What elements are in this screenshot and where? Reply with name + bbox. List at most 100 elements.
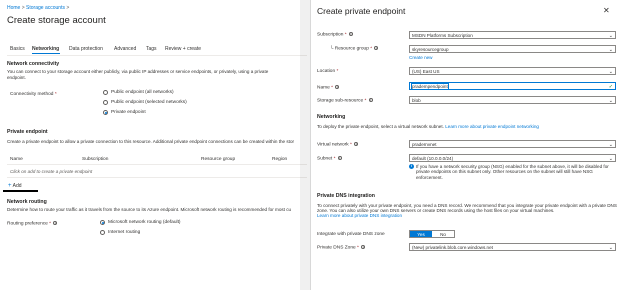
chevron-down-icon: ⌄ <box>608 141 613 148</box>
blade-shadow <box>300 0 310 290</box>
radio-public-selected-label: Public endpoint (selected networks) <box>111 100 187 105</box>
storage-subresource-label-text: Storage sub-resource <box>317 98 364 104</box>
subscription-value: MSDN Platforms Subscription <box>412 33 473 39</box>
networking-desc: To deploy the private endpoint, select a… <box>317 124 617 130</box>
networking-heading: Networking <box>317 114 346 120</box>
active-tab-indicator <box>32 53 60 55</box>
radio-public-all-label: Public endpoint (all networks) <box>111 90 174 95</box>
column-header-resource-group: Resource group <box>201 157 236 162</box>
add-label: Add <box>12 183 22 189</box>
radio-private-endpoint-label: Private endpoint <box>111 110 146 115</box>
private-endpoint-desc: Create a private endpoint to allow a pri… <box>7 139 295 144</box>
nsg-note: If you have a network security group (NS… <box>416 164 609 180</box>
chevron-down-icon: ⌄ <box>608 97 613 104</box>
plus-icon: + <box>8 183 12 189</box>
name-input[interactable]: pradempendpoint ✓ <box>409 82 616 90</box>
dns-desc: To connect privately with your private e… <box>317 203 617 219</box>
close-icon[interactable]: ✕ <box>603 6 610 16</box>
chevron-down-icon: ⌄ <box>608 244 613 251</box>
private-dns-zone-label-text: Private DNS Zone <box>317 245 356 251</box>
create-new-link[interactable]: Create new <box>409 55 433 61</box>
radio-microsoft-routing[interactable] <box>100 220 105 225</box>
name-label: Name * i <box>317 85 340 91</box>
location-label-text: Location <box>317 69 336 74</box>
breadcrumb-separator: > <box>21 5 25 11</box>
tab-tags[interactable]: Tags <box>146 46 157 52</box>
column-header-subscription: Subscription <box>82 157 109 162</box>
table-divider <box>7 177 307 178</box>
subnet-value: default (10.0.0.0/24) <box>412 156 454 162</box>
storage-subresource-dropdown[interactable]: blob ⌄ <box>409 96 616 104</box>
table-empty-text: Click on add to create a private endpoin… <box>10 169 93 174</box>
tab-advanced[interactable]: Advanced <box>114 46 136 52</box>
location-value: (US) East US <box>412 69 440 75</box>
virtual-network-value: pradernvnet <box>412 142 437 148</box>
info-icon: i <box>335 85 340 89</box>
radio-internet-routing[interactable] <box>100 230 105 235</box>
info-icon: i <box>348 32 353 36</box>
tab-data-protection[interactable]: Data protection <box>69 46 103 52</box>
virtual-network-dropdown[interactable]: pradernvnet ⌄ <box>409 140 616 148</box>
subnet-label: Subnet * i <box>317 156 342 162</box>
connectivity-method-label: Connectivity method * <box>10 92 57 97</box>
network-routing-desc: Determine how to route your traffic as i… <box>7 207 292 212</box>
dns-learn-more-link[interactable]: Learn more about private DNS integration <box>317 213 402 218</box>
info-icon: i <box>361 245 366 249</box>
page-title: Create storage account <box>7 15 106 26</box>
tab-basics[interactable]: Basics <box>10 46 25 52</box>
tab-networking[interactable]: Networking <box>32 46 59 52</box>
column-header-region: Region <box>272 157 288 162</box>
radio-public-selected[interactable] <box>103 100 108 105</box>
info-icon: i <box>337 156 342 160</box>
toggle-yes[interactable]: Yes <box>410 231 432 237</box>
add-underline-annotation <box>3 190 38 192</box>
chevron-down-icon: ⌄ <box>608 46 613 53</box>
name-value: pradempendpoint <box>411 83 449 90</box>
info-circle-icon: i <box>409 164 414 169</box>
radio-microsoft-routing-label: Microsoft network routing (default) <box>108 220 181 225</box>
info-icon: i <box>374 46 379 50</box>
virtual-network-label-text: Virtual network <box>317 142 349 148</box>
name-label-text: Name <box>317 85 330 91</box>
subscription-dropdown[interactable]: MSDN Platforms Subscription ⌄ <box>409 31 616 39</box>
dns-desc-text: To connect privately with your private e… <box>317 203 617 214</box>
subnet-dropdown[interactable]: default (10.0.0.0/24) ⌄ <box>409 154 616 162</box>
storage-subresource-label: Storage sub-resource * i <box>317 98 373 104</box>
chevron-down-icon: ⌄ <box>608 155 613 162</box>
subscription-label: Subscription * i <box>317 32 353 38</box>
storage-subresource-value: blob <box>412 98 421 104</box>
connectivity-method-text: Connectivity method <box>10 92 54 97</box>
chevron-down-icon: ⌄ <box>608 68 613 75</box>
checkmark-icon: ✓ <box>608 83 613 90</box>
networking-learn-more-link[interactable]: Learn more about private endpoint networ… <box>445 124 539 129</box>
private-endpoint-heading: Private endpoint <box>7 129 48 135</box>
table-divider <box>7 164 307 165</box>
network-connectivity-heading: Network connectivity <box>7 61 60 67</box>
info-icon: i <box>368 98 373 102</box>
resource-group-label-text: Resource group <box>334 46 369 52</box>
breadcrumb-separator: > <box>66 5 70 11</box>
info-icon: i <box>354 142 359 146</box>
private-dns-zone-label: Private DNS Zone * i <box>317 245 366 251</box>
radio-private-endpoint[interactable] <box>103 110 108 115</box>
routing-preference-text: Routing preference <box>7 221 48 227</box>
tab-review-create[interactable]: Review + create <box>165 46 201 52</box>
private-dns-zone-dropdown[interactable]: (New) privatelink.blob.core.windows.net ⌄ <box>409 243 616 251</box>
info-icon: i <box>53 221 58 225</box>
breadcrumb-home[interactable]: Home <box>7 5 20 11</box>
location-dropdown[interactable]: (US) East US ⌄ <box>409 67 616 75</box>
column-header-name: Name <box>10 157 23 162</box>
radio-internet-routing-label: Internet routing <box>108 230 141 235</box>
resource-group-dropdown[interactable]: skyresourcegroup ⌄ <box>409 45 616 53</box>
toggle-no[interactable]: No <box>432 231 454 237</box>
breadcrumb: Home > Storage accounts > <box>7 5 69 11</box>
private-dns-zone-value: (New) privatelink.blob.core.windows.net <box>412 245 493 251</box>
subnet-label-text: Subnet <box>317 156 333 162</box>
panel-title: Create private endpoint <box>317 6 406 16</box>
dns-heading: Private DNS integration <box>317 193 375 199</box>
breadcrumb-storage-accounts[interactable]: Storage accounts <box>26 5 65 11</box>
subscription-label-text: Subscription <box>317 32 344 38</box>
radio-public-all[interactable] <box>103 90 108 95</box>
virtual-network-label: Virtual network * i <box>317 142 359 148</box>
location-label: Location * <box>317 69 339 74</box>
